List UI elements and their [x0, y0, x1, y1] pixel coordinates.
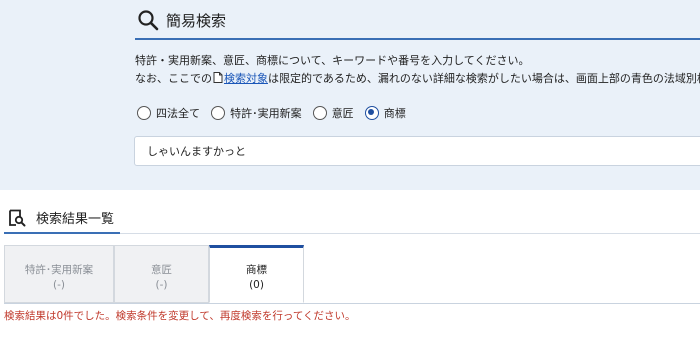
radio-button[interactable]: [312, 105, 327, 120]
no-results-message: 検索結果は0件でした。検索条件を変更して、再度検索を行ってください。: [4, 310, 356, 322]
simple-search-title: 簡易検索: [166, 12, 227, 30]
radio-patent-utility[interactable]: 特許･実用新案: [211, 102, 302, 121]
law-type-radio-group: 四法全て 特許･実用新案 意匠 商標: [137, 102, 412, 120]
search-description-line1: 特許・実用新案、意匠、商標について、キーワードや番号を入力してください。: [135, 54, 530, 67]
results-title-underline: [4, 232, 120, 234]
tab-trademark[interactable]: 商標 (0): [209, 245, 304, 303]
tab-label: 意匠: [151, 264, 172, 276]
document-icon: [213, 72, 223, 86]
radio-all-four-laws[interactable]: 四法全て: [137, 102, 200, 121]
radio-button[interactable]: [211, 105, 226, 120]
radio-trademark[interactable]: 商標: [364, 102, 406, 121]
tab-label: 商標: [246, 264, 267, 276]
search-description-line2: なお、ここでの 検索対象は限定的であるため、漏れのない詳細な検索がしたい場合は、画…: [135, 70, 700, 86]
tab-design[interactable]: 意匠 (-): [114, 245, 209, 303]
results-tabs: 特許･実用新案 (-) 意匠 (-) 商標 (0): [4, 245, 700, 304]
tab-baseline: [4, 303, 700, 304]
simple-search-panel: 簡易検索 特許・実用新案、意匠、商標について、キーワードや番号を入力してください…: [0, 0, 700, 190]
results-title: 検索結果一覧: [36, 212, 115, 227]
results-header: 検索結果一覧: [0, 204, 700, 234]
radio-label: 商標: [383, 106, 406, 120]
tab-label: 特許･実用新案: [24, 264, 94, 276]
tab-count: (0): [249, 279, 264, 291]
radio-label: 特許･実用新案: [230, 106, 302, 120]
search-target-link[interactable]: 検索対象: [224, 72, 268, 85]
tab-count: (-): [155, 279, 168, 291]
radio-label: 四法全て: [156, 106, 200, 120]
document-search-icon: [8, 209, 26, 227]
radio-button[interactable]: [137, 105, 151, 120]
radio-button-selected[interactable]: [364, 105, 379, 120]
simple-search-header: 簡易検索: [135, 4, 700, 40]
tab-patent-utility[interactable]: 特許･実用新案 (-): [4, 245, 114, 303]
keyword-search-input[interactable]: [134, 136, 700, 166]
tab-count: (-): [53, 279, 65, 291]
radio-label: 意匠: [331, 106, 354, 120]
search-icon: [137, 9, 159, 31]
description-suffix: は限定的であるため、漏れのない詳細な検索がしたい場合は、画面上部の青色の法域別検: [268, 72, 700, 85]
radio-design[interactable]: 意匠: [312, 102, 354, 121]
results-divider: [120, 233, 700, 234]
description-prefix: なお、ここでの: [135, 72, 212, 85]
